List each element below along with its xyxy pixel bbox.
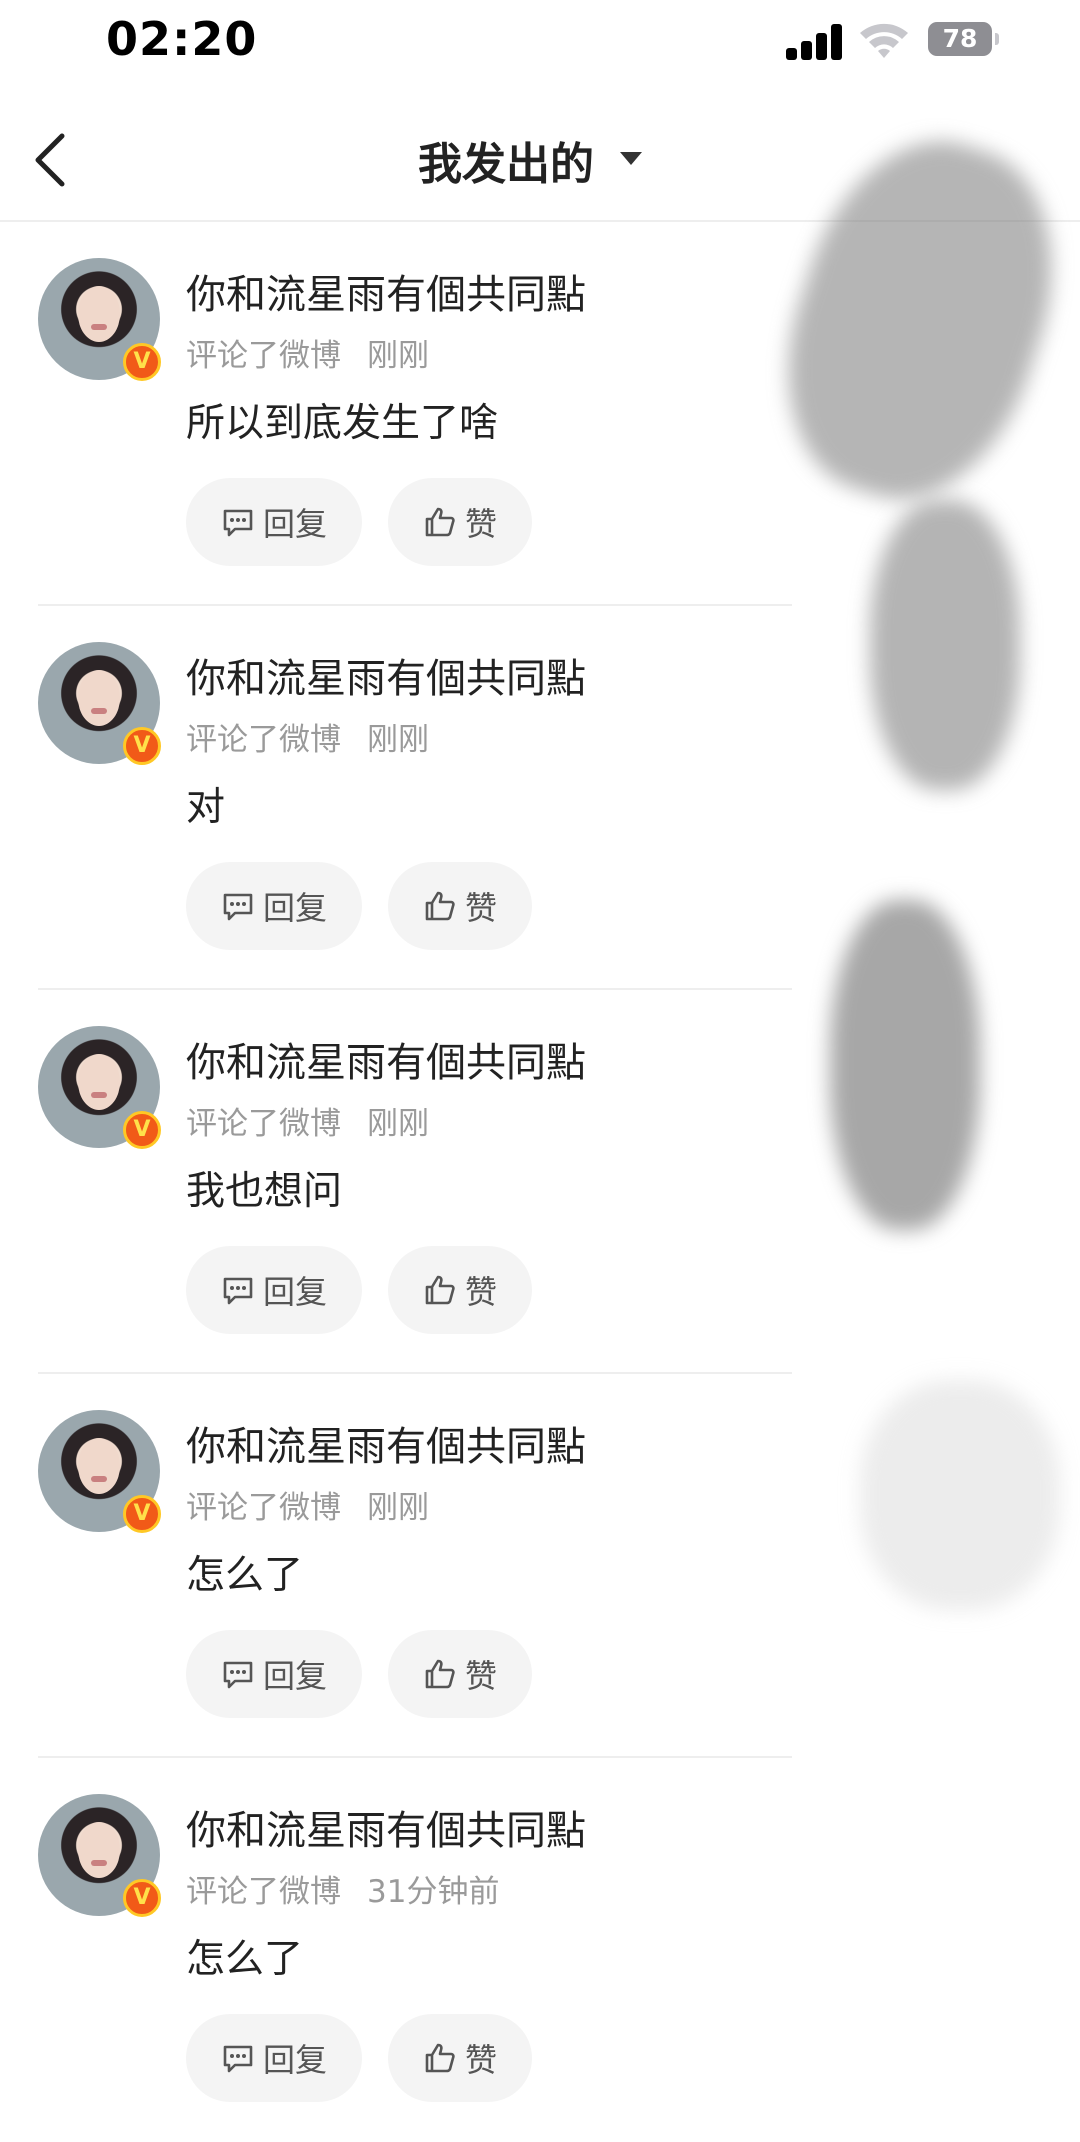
reply-label: 回复 xyxy=(262,1273,327,1311)
reply-icon xyxy=(223,2045,253,2073)
status-time: 02:20 xyxy=(106,12,258,66)
reply-button[interactable]: 回复 xyxy=(186,478,362,566)
avatar[interactable]: V xyxy=(38,258,161,381)
reply-button[interactable]: 回复 xyxy=(186,1630,362,1718)
reply-label: 回复 xyxy=(262,2041,327,2079)
comment-card: V 你和流星雨有個共同點 评论了微博 刚刚 我也想问 回复 赞 xyxy=(0,990,1080,1374)
like-button[interactable]: 赞 xyxy=(388,1246,532,1334)
wifi-icon xyxy=(860,23,908,58)
comment-card: V 你和流星雨有個共同點 评论了微博 31分钟前 怎么了 回复 赞 xyxy=(0,1758,1080,2142)
reply-icon xyxy=(223,893,253,921)
battery-level: 78 xyxy=(942,24,978,53)
like-button[interactable]: 赞 xyxy=(388,478,532,566)
reply-label: 回复 xyxy=(262,1657,327,1695)
like-label: 赞 xyxy=(464,2041,497,2079)
like-button[interactable]: 赞 xyxy=(388,1630,532,1718)
back-arrow-icon[interactable] xyxy=(28,130,72,190)
timestamp: 刚刚 xyxy=(367,722,429,758)
username[interactable]: 你和流星雨有個共同點 xyxy=(186,262,586,320)
comment-text[interactable]: 对 xyxy=(186,776,225,832)
timestamp: 刚刚 xyxy=(367,338,429,374)
username[interactable]: 你和流星雨有個共同點 xyxy=(186,1030,586,1088)
verified-badge-icon: V xyxy=(123,1111,161,1149)
thumbs-up-icon xyxy=(425,2043,455,2073)
action-label: 评论了微博 xyxy=(186,1490,341,1526)
comment-text[interactable]: 怎么了 xyxy=(186,1928,303,1984)
comment-card: V 你和流星雨有個共同點 评论了微博 刚刚 所以到底发生了啥 回复 赞 xyxy=(0,222,1080,606)
avatar[interactable]: V xyxy=(38,1026,161,1149)
verified-badge-icon: V xyxy=(123,727,161,765)
avatar[interactable]: V xyxy=(38,1794,161,1917)
username[interactable]: 你和流星雨有個共同點 xyxy=(186,1414,586,1472)
reply-label: 回复 xyxy=(262,889,327,927)
comment-card: V 你和流星雨有個共同點 评论了微博 刚刚 对 回复 赞 xyxy=(0,606,1080,990)
thumbs-up-icon xyxy=(425,1659,455,1689)
comment-text[interactable]: 所以到底发生了啥 xyxy=(186,392,498,448)
avatar[interactable]: V xyxy=(38,642,161,765)
reply-icon xyxy=(223,509,253,537)
comment-meta: 评论了微博 刚刚 xyxy=(186,330,429,375)
reply-button[interactable]: 回复 xyxy=(186,862,362,950)
battery-cap xyxy=(995,33,999,45)
verified-badge-icon: V xyxy=(123,1495,161,1533)
action-label: 评论了微博 xyxy=(186,1874,341,1910)
like-label: 赞 xyxy=(464,1273,497,1311)
avatar[interactable]: V xyxy=(38,1410,161,1533)
thumbs-up-icon xyxy=(425,891,455,921)
thumbs-up-icon xyxy=(425,1275,455,1305)
like-label: 赞 xyxy=(464,1657,497,1695)
username[interactable]: 你和流星雨有個共同點 xyxy=(186,646,586,704)
comment-meta: 评论了微博 刚刚 xyxy=(186,1482,429,1527)
comment-meta: 评论了微博 31分钟前 xyxy=(186,1866,499,1911)
like-button[interactable]: 赞 xyxy=(388,862,532,950)
verified-badge-icon: V xyxy=(123,343,161,381)
battery-icon: 78 xyxy=(928,22,992,56)
reply-icon xyxy=(223,1277,253,1305)
reply-icon xyxy=(223,1661,253,1689)
action-label: 评论了微博 xyxy=(186,338,341,374)
comment-feed: V 你和流星雨有個共同點 评论了微博 刚刚 所以到底发生了啥 回复 赞 V 你和流… xyxy=(0,222,1080,2142)
action-label: 评论了微博 xyxy=(186,722,341,758)
comment-meta: 评论了微博 刚刚 xyxy=(186,714,429,759)
timestamp: 31分钟前 xyxy=(367,1874,500,1910)
reply-button[interactable]: 回复 xyxy=(186,1246,362,1334)
page-title[interactable]: 我发出的 xyxy=(418,128,594,192)
verified-badge-icon: V xyxy=(123,1879,161,1917)
reply-label: 回复 xyxy=(262,505,327,543)
comment-card: V 你和流星雨有個共同點 评论了微博 刚刚 怎么了 回复 赞 xyxy=(0,1374,1080,1758)
timestamp: 刚刚 xyxy=(367,1106,429,1142)
dropdown-caret-icon[interactable] xyxy=(620,152,642,165)
status-bar: 02:20 78 xyxy=(0,0,1080,90)
comment-meta: 评论了微博 刚刚 xyxy=(186,1098,429,1143)
like-button[interactable]: 赞 xyxy=(388,2014,532,2102)
comment-text[interactable]: 我也想问 xyxy=(186,1160,342,1216)
reply-button[interactable]: 回复 xyxy=(186,2014,362,2102)
comment-text[interactable]: 怎么了 xyxy=(186,1544,303,1600)
action-label: 评论了微博 xyxy=(186,1106,341,1142)
username[interactable]: 你和流星雨有個共同點 xyxy=(186,1798,586,1856)
timestamp: 刚刚 xyxy=(367,1490,429,1526)
thumbs-up-icon xyxy=(425,507,455,537)
like-label: 赞 xyxy=(464,505,497,543)
like-label: 赞 xyxy=(464,889,497,927)
cellular-signal-icon xyxy=(786,24,842,60)
